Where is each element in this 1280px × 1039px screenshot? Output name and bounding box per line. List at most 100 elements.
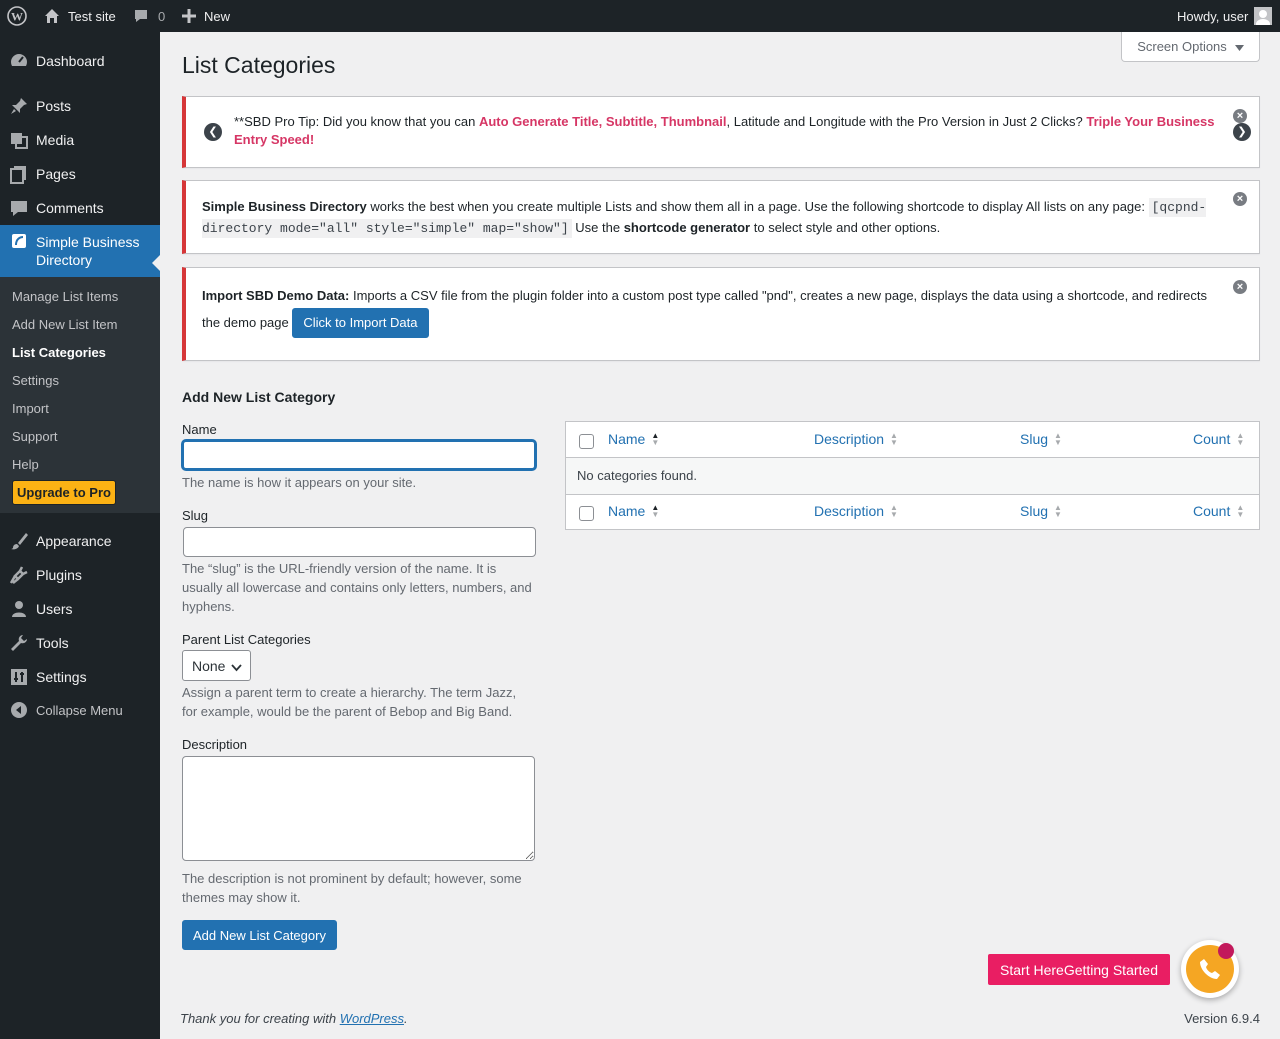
plus-icon bbox=[182, 9, 196, 23]
no-categories-text: No categories found. bbox=[577, 468, 697, 483]
submenu-settings[interactable]: Settings bbox=[12, 373, 59, 388]
column-slug-footer[interactable]: Slug ▲ ▼ bbox=[1020, 503, 1062, 519]
submenu-list-categories[interactable]: List Categories bbox=[12, 345, 106, 360]
phone-icon bbox=[1186, 943, 1234, 993]
import-notice-text: Import SBD Demo Data: Imports a CSV file… bbox=[202, 284, 1214, 338]
column-name-footer[interactable]: Name ▲ ▼ bbox=[608, 503, 659, 519]
pro-tip-notice: ❮ **SBD Pro Tip: Did you know that you c… bbox=[182, 96, 1260, 168]
table-header-row: Name ▲ ▼ Description ▲ ▼ Slug ▲ ▼ Count ▲ ▼ bbox=[566, 422, 1259, 458]
screen-options-button[interactable]: Screen Options bbox=[1121, 32, 1260, 62]
description-textarea[interactable] bbox=[182, 756, 535, 861]
sidebar-item-users[interactable]: Users bbox=[0, 592, 160, 626]
new-content-link[interactable]: New bbox=[182, 0, 230, 32]
column-description-header[interactable]: Description ▲ ▼ bbox=[814, 431, 898, 447]
sidebar-item-dashboard[interactable]: Dashboard bbox=[0, 44, 160, 78]
submenu-help[interactable]: Help bbox=[12, 457, 39, 472]
submenu-import[interactable]: Import bbox=[12, 401, 49, 416]
slug-label: Slug bbox=[182, 508, 209, 523]
sidebar-item-comments[interactable]: Comments bbox=[0, 191, 160, 225]
parent-label: Parent List Categories bbox=[182, 632, 311, 647]
sidebar-item-pages[interactable]: Pages bbox=[0, 157, 160, 191]
collapse-icon bbox=[9, 700, 29, 720]
users-icon bbox=[9, 599, 29, 619]
add-new-category-button[interactable]: Add New List Category bbox=[182, 920, 337, 950]
sort-arrows-icon: ▲ ▼ bbox=[1054, 503, 1062, 519]
page-title: List Categories bbox=[182, 52, 336, 78]
home-icon bbox=[44, 8, 60, 24]
sort-arrows-icon: ▲ ▼ bbox=[1236, 431, 1245, 447]
column-description-footer[interactable]: Description ▲ ▼ bbox=[814, 503, 898, 519]
directory-icon bbox=[9, 231, 29, 251]
site-name: Test site bbox=[68, 8, 116, 24]
support-chat-button[interactable] bbox=[1181, 940, 1239, 998]
add-category-heading: Add New List Category bbox=[182, 389, 336, 405]
parent-select-value: None bbox=[192, 657, 226, 674]
upgrade-to-pro-button[interactable]: Upgrade to Pro bbox=[12, 480, 116, 505]
start-here-button[interactable]: Start HereGetting Started bbox=[988, 954, 1170, 985]
categories-table: Name ▲ ▼ Description ▲ ▼ Slug ▲ ▼ Count ▲ ▼ No c… bbox=[565, 421, 1260, 530]
select-all-checkbox-footer[interactable] bbox=[579, 506, 594, 521]
submenu-add-new-list-item[interactable]: Add New List Item bbox=[12, 317, 118, 332]
next-tip-icon[interactable]: ❯ bbox=[1233, 123, 1251, 141]
wrench-icon bbox=[9, 633, 29, 653]
media-icon bbox=[9, 130, 29, 150]
pro-tip-text: **SBD Pro Tip: Did you know that you can… bbox=[234, 114, 1215, 147]
description-help: The description is not prominent by defa… bbox=[182, 871, 522, 905]
slug-description: The “slug” is the URL-friendly version o… bbox=[182, 561, 532, 614]
column-count-header[interactable]: Count ▲ ▼ bbox=[1193, 431, 1244, 447]
sort-arrows-icon: ▲ ▼ bbox=[890, 431, 898, 447]
name-label: Name bbox=[182, 422, 217, 437]
column-name-header[interactable]: Name ▲ ▼ bbox=[608, 431, 659, 447]
parent-description: Assign a parent term to create a hierarc… bbox=[182, 685, 517, 719]
column-slug-header[interactable]: Slug ▲ ▼ bbox=[1020, 431, 1062, 447]
footer-version: Version 6.9.4 bbox=[1184, 1011, 1260, 1026]
footer-thanks: Thank you for creating with WordPress. bbox=[180, 1011, 408, 1026]
comments-link[interactable]: 0 bbox=[133, 0, 165, 32]
sort-arrows-icon: ▲ ▼ bbox=[890, 503, 898, 519]
name-input[interactable] bbox=[182, 440, 536, 470]
pages-icon bbox=[9, 164, 29, 184]
comments-icon bbox=[9, 198, 29, 218]
sidebar-item-posts[interactable]: Posts bbox=[0, 89, 160, 123]
sidebar-submenu bbox=[0, 277, 160, 513]
previous-tip-icon[interactable]: ❮ bbox=[204, 123, 222, 141]
wordpress-logo-icon[interactable]: W bbox=[7, 0, 27, 32]
sidebar-item-tools[interactable]: Tools bbox=[0, 626, 160, 660]
sort-arrows-icon: ▲ ▼ bbox=[1236, 503, 1245, 519]
parent-select[interactable]: None bbox=[182, 650, 251, 681]
submenu-support[interactable]: Support bbox=[12, 429, 58, 444]
paintbrush-icon bbox=[9, 531, 29, 551]
new-label: New bbox=[204, 8, 231, 24]
sidebar-item-simple-business-directory[interactable]: Simple Business Directory bbox=[0, 225, 160, 277]
avatar bbox=[1254, 7, 1273, 25]
dismiss-pro-tip-icon[interactable]: × bbox=[1233, 109, 1247, 123]
sidebar-item-media[interactable]: Media bbox=[0, 123, 160, 157]
slug-input[interactable] bbox=[183, 527, 536, 557]
plug-icon bbox=[9, 565, 29, 585]
sort-arrows-icon: ▲ ▼ bbox=[651, 431, 660, 447]
description-label: Description bbox=[182, 737, 248, 752]
current-menu-arrow bbox=[152, 255, 160, 271]
comments-count: 0 bbox=[158, 8, 166, 24]
account-menu[interactable]: Howdy, user bbox=[1177, 0, 1273, 32]
pin-icon bbox=[9, 96, 29, 116]
collapse-menu-button[interactable]: Collapse Menu bbox=[0, 693, 160, 727]
dismiss-import-notice-icon[interactable]: × bbox=[1233, 280, 1247, 294]
dismiss-shortcode-notice-icon[interactable]: × bbox=[1233, 192, 1247, 206]
wordpress-link[interactable]: WordPress bbox=[340, 1011, 404, 1026]
shortcode-notice-text: Simple Business Directory works the best… bbox=[202, 198, 1207, 238]
select-all-checkbox[interactable] bbox=[579, 434, 594, 449]
shortcode-generator-link[interactable]: shortcode generator bbox=[624, 220, 750, 235]
settings-sliders-icon bbox=[9, 667, 29, 687]
sidebar-item-appearance[interactable]: Appearance bbox=[0, 524, 160, 558]
submenu-manage-list-items[interactable]: Manage List Items bbox=[12, 289, 118, 304]
sidebar-item-plugins[interactable]: Plugins bbox=[0, 558, 160, 592]
shortcode-notice: Simple Business Directory works the best… bbox=[182, 180, 1260, 254]
site-name-link[interactable]: Test site bbox=[44, 0, 116, 32]
import-data-button[interactable]: Click to Import Data bbox=[292, 308, 429, 338]
sort-arrows-icon: ▲ ▼ bbox=[1054, 431, 1062, 447]
svg-text:W: W bbox=[11, 10, 23, 24]
comment-icon bbox=[133, 8, 149, 24]
sidebar-item-settings[interactable]: Settings bbox=[0, 660, 160, 694]
column-count-footer[interactable]: Count ▲ ▼ bbox=[1193, 503, 1244, 519]
